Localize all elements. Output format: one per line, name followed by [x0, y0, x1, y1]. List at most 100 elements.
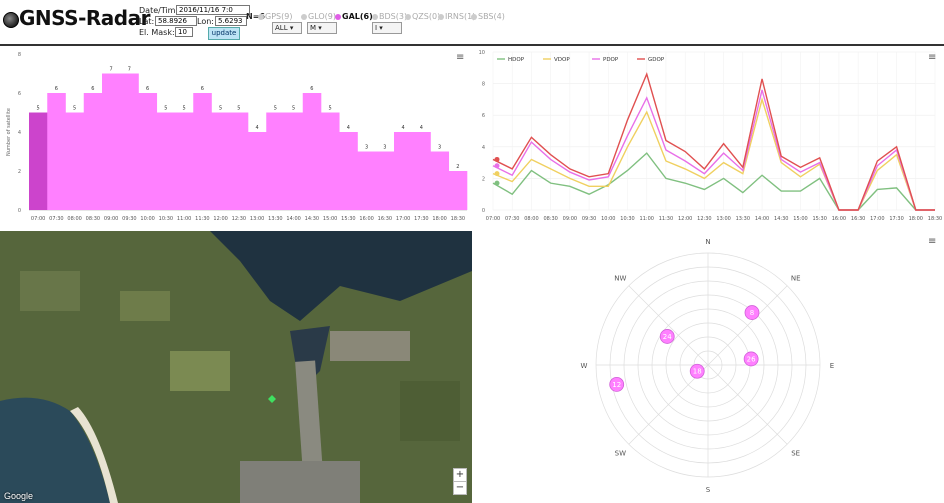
dop-series-marker [494, 163, 500, 169]
bar-x-tick: 13:30 [268, 216, 282, 222]
constellation-toggle-4[interactable]: QZS(0) [405, 12, 440, 21]
skyplot-menu-icon[interactable]: ≡ [928, 236, 936, 247]
mask-input[interactable] [175, 27, 193, 37]
dop-x-tick: 10:00 [601, 216, 615, 222]
lat-input[interactable] [155, 16, 197, 26]
dop-x-tick: 18:30 [928, 216, 942, 222]
bar [193, 93, 212, 210]
dop-x-tick: 16:30 [851, 216, 865, 222]
bar-y-tick: 4 [18, 130, 21, 136]
bar-data-label: 4 [256, 125, 259, 131]
constellation-toggle-2[interactable]: GAL(6) [335, 12, 373, 21]
dop-x-tick: 14:00 [755, 216, 769, 222]
bar-x-tick: 13:00 [250, 216, 264, 222]
bar-data-label: 5 [237, 106, 240, 112]
bar [339, 132, 358, 210]
bar-x-tick: 11:00 [177, 216, 191, 222]
dop-y-tick: 4 [482, 145, 485, 151]
bar-x-tick: 09:00 [104, 216, 118, 222]
bar-y-tick: 0 [18, 208, 21, 214]
map-imagery [0, 231, 472, 503]
satellite-map[interactable]: Google + − [0, 231, 472, 503]
constellation-label: SBS(4) [478, 12, 505, 21]
constellation-dot-icon [405, 14, 411, 20]
dop-x-tick: 13:00 [716, 216, 730, 222]
glo-select[interactable]: M ▾ [307, 22, 337, 34]
bar [266, 112, 285, 210]
bds-select-value: I [375, 24, 378, 32]
bar-chart-menu-icon[interactable]: ≡ [456, 52, 464, 63]
gps-select[interactable]: ALL ▾ [272, 22, 302, 34]
bar [29, 112, 48, 210]
bar-x-tick: 17:30 [414, 216, 428, 222]
glo-select-value: M [310, 24, 317, 32]
bar-y-label: Number of satellite [6, 108, 12, 156]
constellation-dot-icon [335, 14, 341, 20]
bar-data-label: 4 [420, 125, 423, 131]
constellation-toggle-6[interactable]: SBS(4) [471, 12, 505, 21]
satellite-count-chart: 0 2 4 6 8 Number of satellite 5 07:00 6 07:30 5 08:… [6, 52, 468, 222]
skyplot-satellite-label: 18 [693, 368, 702, 376]
bar-data-label: 5 [219, 106, 222, 112]
datetime-input[interactable] [176, 5, 250, 15]
lon-label: Lon: [197, 17, 214, 26]
bar-data-label: 5 [292, 106, 295, 112]
dop-x-tick: 08:00 [524, 216, 538, 222]
bar-data-label: 6 [201, 86, 204, 92]
bar [102, 73, 121, 210]
bar-data-label: 6 [146, 86, 149, 92]
dop-x-tick: 12:00 [678, 216, 692, 222]
constellation-label: GPS(9) [265, 12, 293, 21]
zoom-out-button[interactable]: − [453, 481, 467, 495]
bar [357, 151, 377, 210]
bar [321, 112, 340, 210]
bar-x-tick: 14:30 [305, 216, 319, 222]
bar [248, 132, 267, 210]
bar-data-label: 5 [164, 106, 167, 112]
constellation-dot-icon [438, 14, 444, 20]
skyplot-direction-label: W [581, 362, 588, 370]
bar-x-tick: 18:30 [451, 216, 465, 222]
bar-x-tick: 11:30 [195, 216, 209, 222]
dop-x-tick: 12:30 [697, 216, 711, 222]
constellation-label: GAL(6) [342, 12, 373, 21]
lat-label: Lat: [139, 17, 155, 26]
constellation-toggle-5[interactable]: IRNS(1) [438, 12, 475, 21]
zoom-in-button[interactable]: + [453, 468, 467, 482]
constellation-toggle-1[interactable]: GLO(9) [301, 12, 336, 21]
dop-x-tick: 14:30 [774, 216, 788, 222]
bds-select[interactable]: I ▾ [372, 22, 402, 34]
bar-data-label: 5 [329, 106, 332, 112]
dop-chart-menu-icon[interactable]: ≡ [928, 52, 936, 63]
bar-x-tick: 10:00 [140, 216, 154, 222]
bar-x-tick: 14:00 [286, 216, 300, 222]
skyplot-direction-label: SE [791, 450, 800, 458]
bar-x-tick: 18:00 [432, 216, 446, 222]
update-button[interactable]: update [208, 27, 240, 40]
skyplot-satellite-label: 12 [612, 381, 621, 389]
bar-data-label: 5 [37, 106, 40, 112]
dop-x-tick: 08:30 [543, 216, 557, 222]
dop-y-tick: 10 [479, 50, 485, 56]
skyplot-satellite-label: 26 [747, 355, 756, 363]
bar [120, 73, 139, 210]
dop-series-marker [494, 171, 500, 177]
bar-x-tick: 17:00 [396, 216, 410, 222]
constellation-toggle-0[interactable]: GPS(9) [258, 12, 292, 21]
bar-x-tick: 07:30 [49, 216, 63, 222]
bar-data-label: 6 [55, 86, 58, 92]
dop-x-tick: 17:30 [889, 216, 903, 222]
dop-series-marker [494, 180, 500, 186]
bar-y-tick: 8 [18, 52, 21, 58]
dop-y-tick: 2 [482, 176, 485, 182]
header: GNSS-Radar Date/Time: Lat: Lon: El. Mask… [0, 0, 944, 44]
constellation-toggle-3[interactable]: BDS(3) [372, 12, 407, 21]
bar [394, 132, 413, 210]
dop-x-tick: 09:30 [582, 216, 596, 222]
skyplot-spoke [628, 285, 709, 366]
dop-chart: 0 2 4 6 8 10 07:00 07:30 08:00 08:30 09:00 09:30 10:… [479, 50, 943, 222]
bar [83, 93, 103, 210]
dop-x-tick: 07:30 [505, 216, 519, 222]
bar-data-label: 7 [128, 67, 131, 73]
lon-input[interactable] [215, 16, 247, 26]
